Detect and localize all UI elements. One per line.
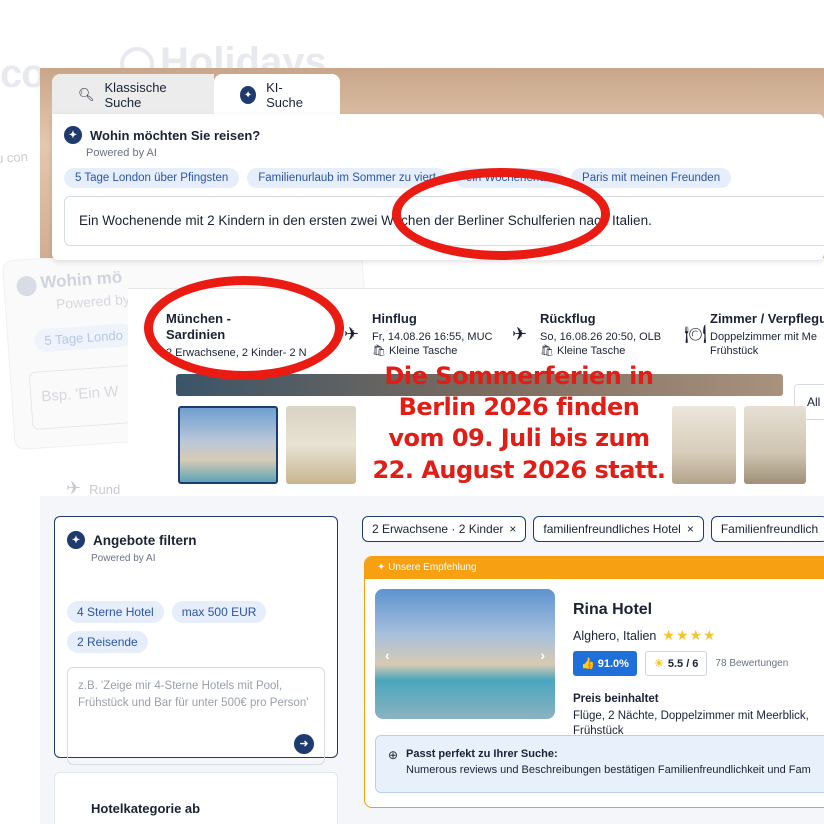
chevron-left-icon[interactable]: ‹ [385, 647, 390, 663]
filter-chip[interactable]: max 500 EUR [171, 601, 267, 623]
search-tabs: 🔍︎ Klassische Suche ✦ KI-Suche [52, 74, 340, 116]
highlight-circle [144, 276, 344, 380]
background-card-subtitle: Powered by [55, 290, 131, 313]
ai-sparkle-icon: ✦ [67, 531, 85, 549]
active-filter-tag[interactable]: 2 Erwachsene · 2 Kinder × [362, 516, 527, 542]
return-baggage: 🛍 Kleine Tasche [540, 345, 626, 357]
review-score: ☀ 5.5 / 6 [644, 651, 708, 676]
plane-icon: ✈ [66, 478, 82, 498]
ai-sparkle-icon: ✦ [240, 86, 257, 104]
plane-icon: ✈ [344, 324, 360, 344]
outbound-time: Fr, 14.08.26 16:55, MUC [372, 331, 493, 344]
category-title: Hotelkategorie ab [91, 801, 201, 816]
return-title: Rückflug [540, 311, 596, 326]
close-icon[interactable]: × [509, 522, 516, 536]
ai-sparkle-icon [15, 275, 38, 297]
filter-placeholder: z.B. 'Zeige mir 4-Sterne Hotels mit Pool… [78, 680, 309, 710]
highlight-circle [392, 168, 610, 260]
return-time: So, 16.08.26 20:50, OLB [540, 331, 662, 344]
ai-search-title: ✦ Wohin möchten Sie reisen? [64, 126, 260, 144]
room-title: Zimmer / Verpflegu [710, 311, 824, 326]
ai-search-subtitle: Powered by AI [86, 147, 157, 159]
filter-chips: 4 Sterne Hotel max 500 EUR 2 Reisende [67, 601, 317, 653]
plane-icon: ✈ [512, 324, 528, 344]
hotel-name[interactable]: Rina Hotel [573, 601, 652, 619]
price-heading: Preis beinhaltet [573, 693, 659, 705]
background-card-title: Wohin mö [39, 267, 123, 293]
search-icon: 🔍︎ [78, 87, 95, 102]
annotation-text: Die Sommerferien in Berlin 2026 finden v… [372, 362, 666, 484]
active-filter-tag[interactable]: Familienfreundlich [710, 516, 824, 542]
chevron-right-icon[interactable]: › [540, 647, 545, 663]
close-icon[interactable]: × [687, 522, 694, 536]
target-icon: ⊕ [388, 748, 399, 762]
tab-label: Klassische Suche [104, 80, 167, 110]
suggestion-chip[interactable]: Paris mit meinen Freunden [571, 168, 732, 188]
background-text: u con [0, 148, 29, 167]
room-board: 🍽 Zimmer / Verpflegu Doppelzimmer mit Me… [684, 311, 824, 359]
results-page: ✦ Angebote filtern Powered by AI 4 Stern… [40, 496, 824, 824]
outbound-title: Hinflug [372, 311, 417, 326]
background-card-chip: 5 Tage Londo [33, 322, 134, 353]
filter-chip[interactable]: 4 Sterne Hotel [67, 601, 164, 623]
match-text: Numerous reviews und Beschreibungen best… [406, 764, 811, 776]
ai-filter-panel: ✦ Angebote filtern Powered by AI 4 Stern… [54, 516, 338, 765]
tab-classic-search[interactable]: 🔍︎ Klassische Suche [52, 74, 214, 116]
suggestion-chips: 5 Tage London über Pfingsten Familienurl… [64, 168, 732, 188]
return-flight: ✈ Rückflug So, 16.08.26 20:50, OLB 🛍 Kle… [512, 311, 662, 359]
active-filter-tag[interactable]: familienfreundliches Hotel × [533, 516, 704, 542]
thumbnail-image[interactable] [744, 406, 806, 484]
filter-chip[interactable]: 2 Reisende [67, 631, 148, 653]
background-logo-fragment: co [0, 52, 46, 96]
tab-label: KI-Suche [266, 80, 303, 110]
filter-input[interactable]: z.B. 'Zeige mir 4-Sterne Hotels mit Pool… [67, 667, 325, 765]
ai-sparkle-icon: ✦ [64, 126, 82, 144]
page: co Holidays u con Wohin mö Powered by 5 … [0, 0, 824, 824]
star-rating: ★★★★ [662, 627, 717, 643]
send-arrow-icon[interactable]: ➜ [294, 734, 314, 754]
outbound-flight: ✈ Hinflug Fr, 14.08.26 16:55, MUC 🛍 Klei… [344, 311, 493, 359]
thumbnail-image[interactable] [672, 406, 736, 484]
rating-row: 👍 91.0% ☀ 5.5 / 6 78 Bewertungen [573, 651, 788, 676]
thumbnail-image[interactable] [178, 406, 278, 484]
recommendation-badge: ✦ Unsere Empfehlung [365, 557, 824, 579]
filter-subtitle: Powered by AI [91, 553, 156, 564]
thumbnail-image[interactable] [286, 406, 356, 484]
suggestion-chip[interactable]: 5 Tage London über Pfingsten [64, 168, 240, 188]
review-count[interactable]: 78 Bewertungen [715, 658, 788, 669]
match-heading: Passt perfekt zu Ihrer Suche: [406, 748, 558, 760]
active-filter-tags: 2 Erwachsene · 2 Kinder × familienfreundl… [362, 516, 824, 542]
recommendation-percent: 👍 91.0% [573, 651, 637, 676]
sun-icon: ☀ [653, 658, 664, 670]
tab-ai-search[interactable]: ✦ KI-Suche [214, 74, 340, 116]
room-text: Doppelzimmer mit Me Frühstück [710, 331, 817, 357]
hotel-location: Alghero, Italien ★★★★ [573, 627, 717, 643]
hotel-result-card[interactable]: ✦ Unsere Empfehlung ‹ › Rina Hotel Alghe… [364, 556, 824, 808]
hotel-category-filter[interactable]: Hotelkategorie ab [54, 772, 338, 824]
outbound-baggage: 🛍 Kleine Tasche [372, 345, 458, 357]
meal-icon: 🍽 [684, 324, 707, 344]
hotel-image: ‹ › [375, 589, 555, 719]
match-explanation: ⊕ Passt perfekt zu Ihrer Suche: Numerous… [375, 735, 824, 793]
filter-title: ✦ Angebote filtern [67, 531, 197, 549]
